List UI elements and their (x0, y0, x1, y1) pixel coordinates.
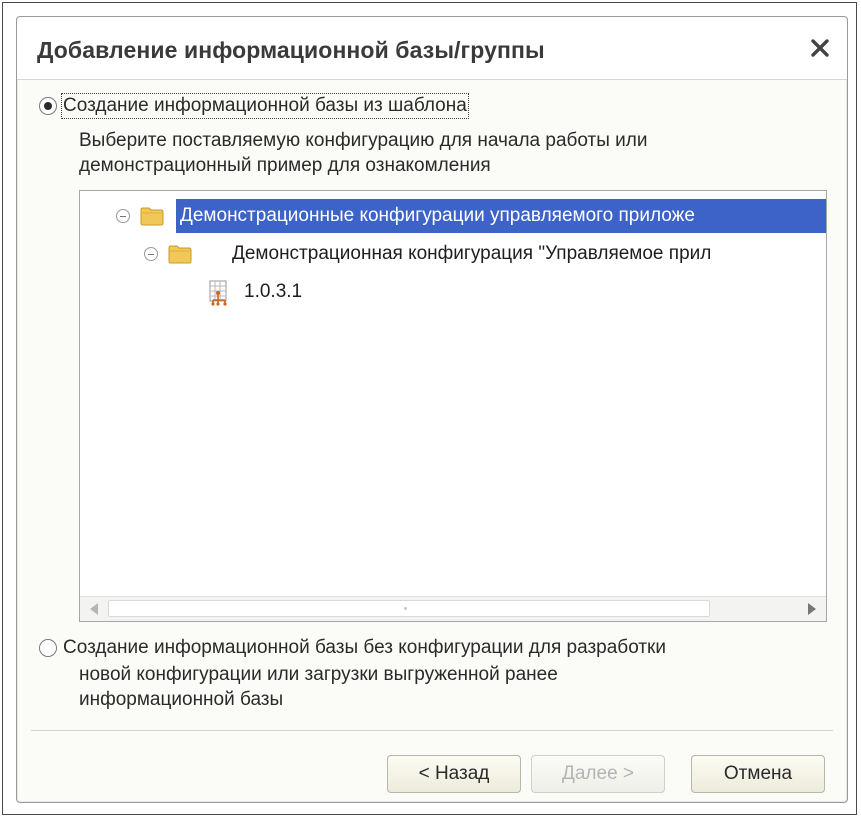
next-button[interactable]: Далее > (531, 755, 665, 793)
option-create-from-template-label[interactable]: Создание информационной базы из шаблона (61, 93, 469, 119)
tree-item[interactable]: Демонстрационные конфигурации управляемо… (80, 199, 826, 233)
cancel-button[interactable]: Отмена (691, 755, 825, 793)
collapse-icon[interactable] (144, 247, 158, 261)
add-infobase-dialog: Добавление информационной базы/группы Со… (16, 16, 848, 803)
horizontal-scrollbar[interactable] (80, 596, 826, 621)
tree-item[interactable]: 1.0.3.1 (80, 275, 826, 309)
empty-description-line2: новой конфигурации или загрузки выгружен… (79, 664, 558, 685)
tree-item-label[interactable]: Демонстрационная конфигурация "Управляем… (228, 237, 826, 271)
folder-icon (168, 244, 192, 264)
scrollbar-thumb[interactable] (108, 600, 710, 617)
tree-item-label[interactable]: 1.0.3.1 (240, 275, 306, 309)
template-description-line2: демонстрационный пример для ознакомления (79, 155, 491, 176)
option-create-empty-label[interactable]: Создание информационной базы без конфигу… (63, 637, 666, 659)
template-description-line1: Выберите поставляемую конфигурацию для н… (79, 130, 648, 151)
separator (31, 730, 833, 731)
close-button[interactable] (805, 33, 835, 63)
scroll-left-icon[interactable] (90, 603, 98, 615)
title-bar: Добавление информационной базы/группы (17, 17, 847, 80)
back-button[interactable]: < Назад (387, 755, 521, 793)
radio-create-from-template[interactable] (39, 97, 57, 115)
radio-create-empty[interactable] (39, 639, 57, 657)
configuration-tree[interactable]: Демонстрационные конфигурации управляемо… (79, 190, 827, 622)
collapse-icon[interactable] (116, 209, 130, 223)
folder-icon (140, 206, 164, 226)
screenshot-frame: Добавление информационной базы/группы Со… (2, 2, 857, 815)
dialog-title: Добавление информационной базы/группы (37, 37, 545, 63)
scroll-grip-icon (404, 607, 407, 610)
tree-item-label[interactable]: Демонстрационные конфигурации управляемо… (176, 199, 826, 233)
configuration-icon (209, 280, 227, 306)
tree-item[interactable]: Демонстрационная конфигурация "Управляем… (80, 237, 826, 271)
scroll-right-icon[interactable] (808, 603, 816, 615)
empty-description-line3: информационной базы (79, 689, 284, 710)
close-icon (811, 39, 829, 57)
